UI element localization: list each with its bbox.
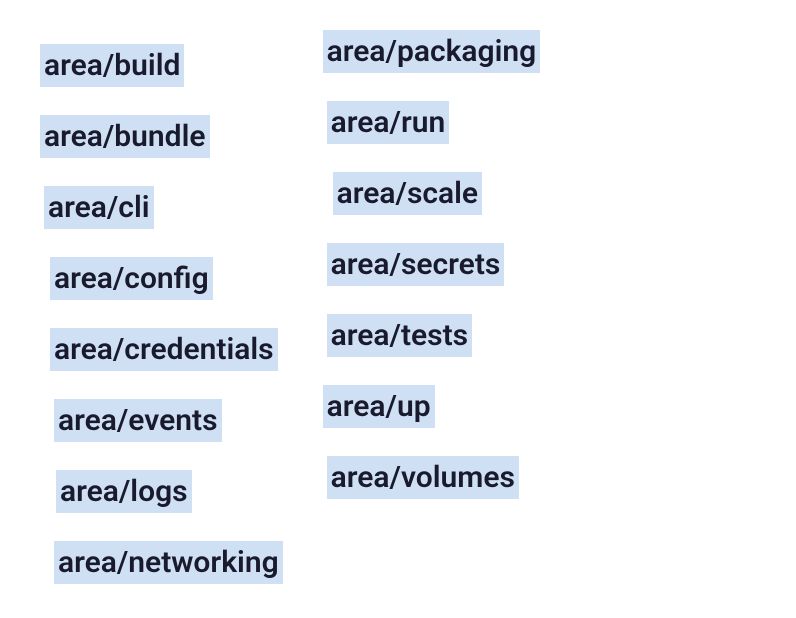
label-item: area/scale [333, 172, 541, 215]
label-area-run[interactable]: area/run [327, 101, 450, 144]
label-area-config[interactable]: area/config [50, 257, 213, 300]
label-area-events[interactable]: area/events [54, 399, 222, 442]
label-item: area/volumes [327, 456, 541, 499]
label-area-build[interactable]: area/build [40, 44, 184, 87]
label-area-up[interactable]: area/up [323, 385, 435, 428]
label-area-scale[interactable]: area/scale [333, 172, 482, 215]
label-container: area/build area/bundle area/cli area/con… [0, 0, 796, 614]
label-item: area/secrets [327, 243, 541, 286]
label-item: area/run [327, 101, 541, 144]
label-item: area/packaging [323, 30, 541, 73]
label-area-credentials[interactable]: area/credentials [50, 328, 278, 371]
label-item: area/tests [327, 314, 541, 357]
label-item: area/up [323, 385, 541, 428]
label-area-networking[interactable]: area/networking [54, 541, 283, 584]
label-column-left: area/build area/bundle area/cli area/con… [40, 30, 283, 584]
label-item: area/config [50, 257, 283, 300]
label-item: area/credentials [50, 328, 283, 371]
label-area-volumes[interactable]: area/volumes [327, 456, 519, 499]
label-area-cli[interactable]: area/cli [44, 186, 154, 229]
label-area-bundle[interactable]: area/bundle [40, 115, 210, 158]
label-item: area/bundle [40, 115, 283, 158]
label-item: area/networking [54, 541, 283, 584]
label-item: area/cli [44, 186, 283, 229]
label-area-secrets[interactable]: area/secrets [327, 243, 505, 286]
label-item: area/logs [56, 470, 283, 513]
label-area-logs[interactable]: area/logs [56, 470, 192, 513]
label-column-right: area/packaging area/run area/scale area/… [323, 30, 541, 584]
label-item: area/events [54, 399, 283, 442]
label-area-tests[interactable]: area/tests [327, 314, 472, 357]
label-item: area/build [40, 44, 283, 87]
label-area-packaging[interactable]: area/packaging [323, 30, 541, 73]
